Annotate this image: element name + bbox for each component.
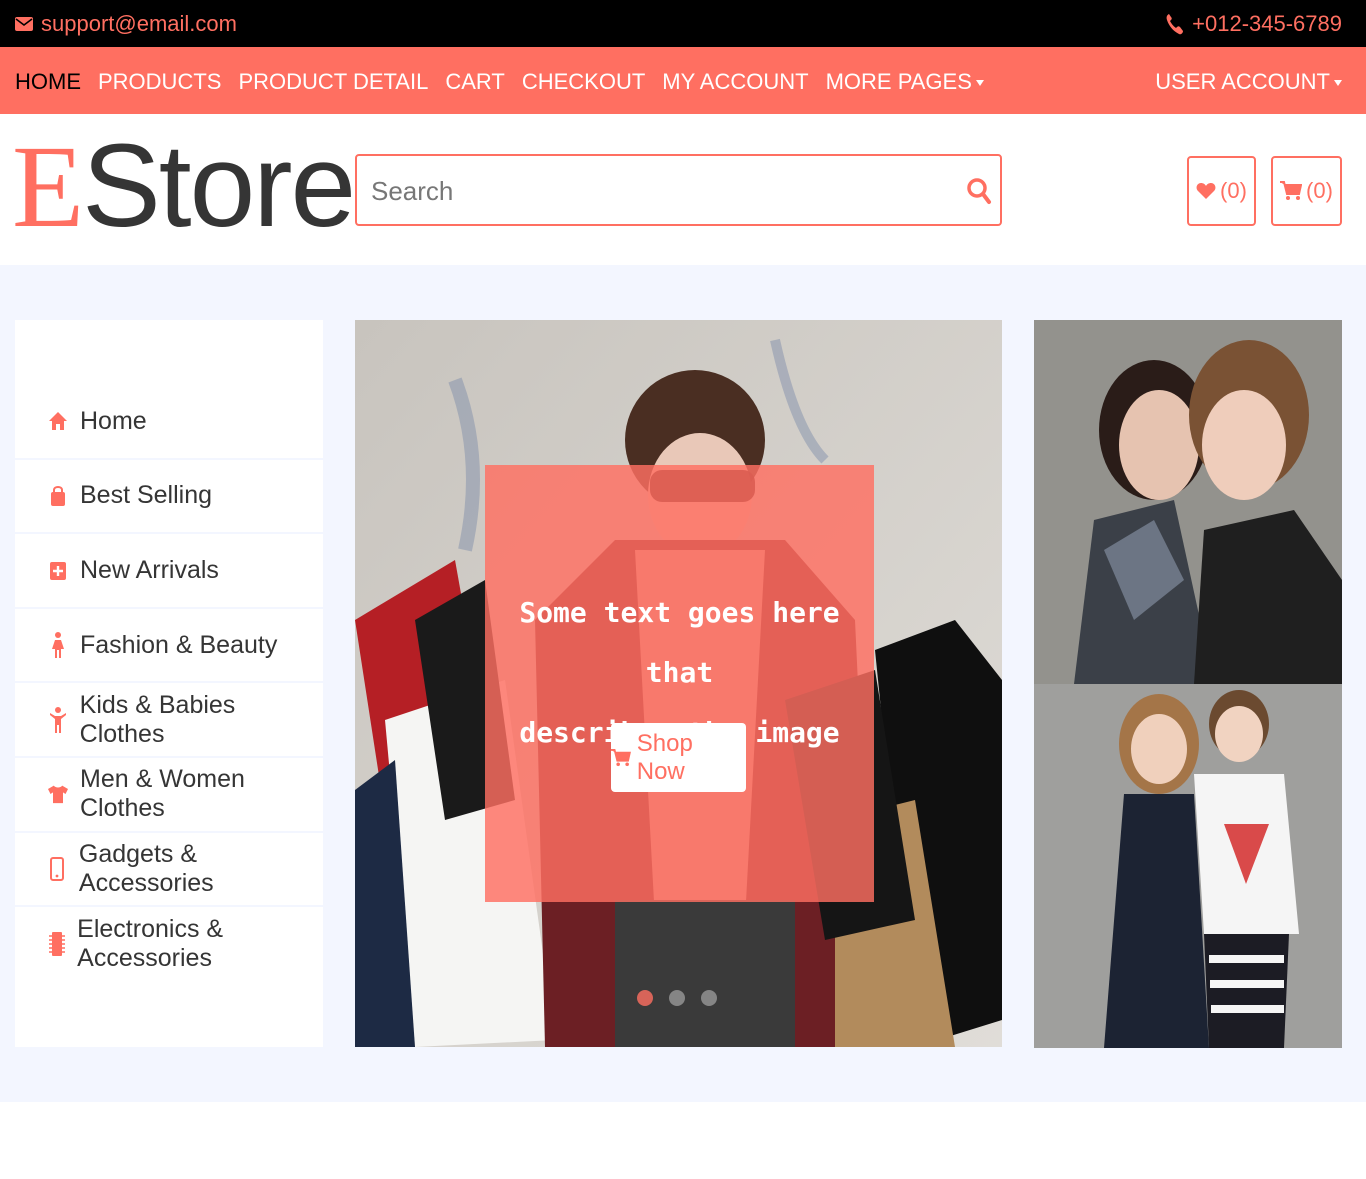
- main-nav: HOME PRODUCTS PRODUCT DETAIL CART CHECKO…: [0, 47, 1366, 114]
- mobile-icon: [48, 856, 67, 881]
- sidebar-item-new-arrivals[interactable]: New Arrivals: [15, 534, 323, 609]
- more-pages-label: MORE PAGES: [825, 69, 972, 94]
- cart-count: (0): [1306, 178, 1333, 203]
- slider-dot[interactable]: [701, 990, 717, 1006]
- logo-text: Store: [82, 120, 356, 252]
- slider-dot[interactable]: [637, 990, 653, 1006]
- slider-dots: [637, 990, 717, 1006]
- sidebar-item-men-women[interactable]: Men & Women Clothes: [15, 758, 323, 833]
- cart-icon: [611, 748, 631, 766]
- slider-dot[interactable]: [669, 990, 685, 1006]
- shop-now-label: Shop Now: [636, 729, 693, 785]
- promo-image-kids[interactable]: [1034, 684, 1342, 1048]
- tshirt-icon: [48, 782, 68, 806]
- sidebar-item-fashion-beauty[interactable]: Fashion & Beauty: [15, 609, 323, 684]
- user-account-dropdown[interactable]: USER ACCOUNT: [1155, 69, 1342, 95]
- user-account-label: USER ACCOUNT: [1155, 69, 1330, 94]
- contact-phone[interactable]: +012-345-6789: [1166, 11, 1342, 37]
- category-sidebar: Home Best Selling New Arrivals Fashion &…: [15, 320, 323, 1047]
- contact-email[interactable]: support@email.com: [15, 11, 237, 37]
- search-input[interactable]: [371, 174, 951, 208]
- plus-square-icon: [48, 558, 68, 582]
- nav-item-my-account[interactable]: MY ACCOUNT: [662, 69, 808, 95]
- logo[interactable]: EStore: [12, 126, 356, 247]
- caret-down-icon: [1334, 80, 1342, 87]
- wishlist-button[interactable]: (0): [1187, 156, 1256, 226]
- female-icon: [48, 632, 68, 659]
- nav-item-checkout[interactable]: CHECKOUT: [522, 69, 645, 95]
- wishlist-count: (0): [1220, 178, 1247, 203]
- cart-icon: [1280, 181, 1303, 200]
- kids-photo: [1034, 684, 1342, 1048]
- nav-item-cart[interactable]: CART: [445, 69, 505, 95]
- heart-icon: [1196, 183, 1216, 199]
- sidebar-item-label: Gadgets & Accessories: [78, 839, 214, 897]
- child-icon: [48, 706, 68, 733]
- sidebar-item-best-selling[interactable]: Best Selling: [15, 460, 323, 535]
- top-bar: support@email.com +012-345-6789: [0, 0, 1366, 47]
- cart-button[interactable]: (0): [1271, 156, 1342, 226]
- nav-item-more-pages[interactable]: MORE PAGES: [826, 69, 984, 95]
- caption-line-1: Some text goes here that: [519, 596, 840, 689]
- nav-item-product-detail[interactable]: PRODUCT DETAIL: [238, 69, 428, 95]
- slide-caption-overlay: Some text goes here that describes the i…: [485, 465, 874, 902]
- logo-e: E: [12, 121, 84, 252]
- sidebar-item-label: Best Selling: [80, 481, 213, 510]
- search-box: [355, 154, 1002, 226]
- caret-down-icon: [975, 80, 984, 87]
- promo-image-women[interactable]: [1034, 320, 1342, 684]
- envelope-icon: [15, 17, 33, 31]
- sidebar-item-label: Men & Women Clothes: [80, 765, 245, 823]
- sidebar-item-label: Electronics & Accessories: [77, 915, 224, 973]
- header: EStore (0) (0): [0, 114, 1366, 265]
- email-text[interactable]: support@email.com: [41, 11, 237, 37]
- sidebar-item-label: Fashion & Beauty: [80, 630, 278, 659]
- phone-text[interactable]: +012-345-6789: [1192, 11, 1342, 37]
- microchip-icon: [48, 932, 65, 957]
- sidebar-item-label: Kids & Babies Clothes: [79, 690, 236, 748]
- next-section: [0, 1102, 1366, 1179]
- sidebar-item-home[interactable]: Home: [15, 385, 323, 460]
- sidebar-item-gadgets[interactable]: Gadgets & Accessories: [15, 833, 323, 908]
- home-icon: [48, 409, 68, 433]
- sidebar-item-label: Home: [80, 406, 147, 435]
- sidebar-item-kids-babies[interactable]: Kids & Babies Clothes: [15, 683, 323, 758]
- shopping-bag-icon: [48, 484, 68, 508]
- main-section: Home Best Selling New Arrivals Fashion &…: [0, 265, 1366, 1102]
- phone-icon: [1166, 14, 1184, 35]
- nav-item-home[interactable]: HOME: [15, 69, 81, 95]
- search-icon[interactable]: [966, 176, 992, 206]
- hero-slider[interactable]: Some text goes here that describes the i…: [355, 320, 1002, 1047]
- sidebar-item-label: New Arrivals: [80, 555, 219, 584]
- shop-now-button[interactable]: Shop Now: [611, 723, 746, 792]
- nav-item-products[interactable]: PRODUCTS: [98, 69, 221, 95]
- sidebar-item-electronics[interactable]: Electronics & Accessories: [15, 907, 323, 982]
- women-photo: [1034, 320, 1342, 684]
